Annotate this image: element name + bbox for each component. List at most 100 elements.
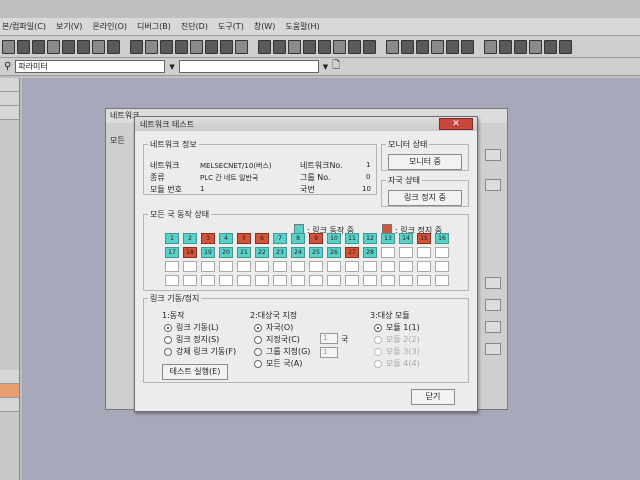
radio-icon[interactable] — [254, 359, 262, 368]
toolbar-button-icon[interactable] — [318, 39, 331, 54]
chevron-down-icon[interactable]: ▼ — [323, 63, 328, 71]
toolbar-button-icon[interactable] — [273, 39, 286, 54]
panel-row[interactable] — [0, 92, 19, 106]
toolbar-button-icon[interactable] — [47, 39, 60, 54]
toolbar-button-icon[interactable] — [160, 39, 173, 54]
toolbar-button-icon[interactable] — [2, 39, 15, 54]
station-cell-empty — [219, 275, 233, 286]
radio-option[interactable]: 지정국(C) — [254, 334, 300, 345]
radio-icon[interactable] — [254, 347, 262, 356]
parameter-combo[interactable]: 파라미터 — [15, 60, 166, 73]
radio-label: 모듈 3(3) — [386, 347, 420, 356]
panel-row[interactable] — [0, 78, 19, 92]
toolbar-button-icon[interactable] — [190, 39, 203, 54]
station-cell-empty — [273, 275, 287, 286]
toolbar-button-icon[interactable] — [32, 39, 45, 54]
radio-icon[interactable] — [164, 347, 172, 356]
toolbar-button-icon[interactable] — [107, 39, 120, 54]
radio-label: 링크 정지(S) — [176, 335, 220, 344]
toolbar-button-icon[interactable] — [220, 39, 233, 54]
background-side-button[interactable] — [485, 343, 501, 355]
radio-option[interactable]: 링크 정지(S) — [164, 334, 219, 345]
panel-row[interactable] — [0, 398, 19, 412]
menu-item[interactable]: 도움말(H) — [285, 21, 319, 32]
radio-option[interactable]: 모듈 3(3) — [374, 346, 420, 357]
toolbar-button-icon[interactable] — [484, 39, 497, 54]
toolbar-button-icon[interactable] — [431, 39, 444, 54]
toolbar-button-icon[interactable] — [258, 39, 271, 54]
toolbar-button-icon[interactable] — [461, 39, 474, 54]
radio-icon[interactable] — [374, 359, 382, 368]
radio-option[interactable]: 모든 국(A) — [254, 358, 302, 369]
toolbar-button-icon[interactable] — [303, 39, 316, 54]
filter-combo[interactable] — [178, 60, 319, 73]
toolbar-button-icon[interactable] — [401, 39, 414, 54]
background-side-button[interactable] — [485, 321, 501, 333]
toolbar-button-icon[interactable] — [363, 39, 376, 54]
menu-item[interactable]: 진단(D) — [181, 21, 208, 32]
station-number-input[interactable]: 1 — [320, 333, 338, 344]
menu-item[interactable]: 디버그(B) — [137, 21, 171, 32]
toolbar-button-icon[interactable] — [205, 39, 218, 54]
toolbar-button-icon[interactable] — [386, 39, 399, 54]
toolbar-button-icon[interactable] — [544, 39, 557, 54]
station-cell: 6 — [255, 233, 269, 244]
monitoring-button[interactable]: 모니터 중 — [388, 154, 462, 170]
menu-item[interactable]: 온라인(O) — [92, 21, 127, 32]
group-no-value: 0 — [366, 173, 371, 181]
radio-icon[interactable] — [254, 335, 262, 344]
radio-icon[interactable] — [164, 323, 172, 332]
toolbar-button-icon[interactable] — [175, 39, 188, 54]
close-icon[interactable]: ✕ — [439, 118, 473, 130]
toolbar-button-icon[interactable] — [288, 39, 301, 54]
background-side-button[interactable] — [485, 299, 501, 311]
toolbar-button-icon[interactable] — [348, 39, 361, 54]
station-cell: 4 — [219, 233, 233, 244]
toolbar-button-icon[interactable] — [416, 39, 429, 54]
menu-item[interactable]: 창(W) — [254, 21, 276, 32]
radio-option[interactable]: 모듈 4(4) — [374, 358, 420, 369]
toolbar-button-icon[interactable] — [77, 39, 90, 54]
link-stopped-button[interactable]: 링크 정지 중 — [388, 190, 462, 206]
toolbar-button-icon[interactable] — [499, 39, 512, 54]
radio-icon[interactable] — [374, 335, 382, 344]
radio-option[interactable]: 모듈 1(1) — [374, 322, 420, 333]
toolbar-button-icon[interactable] — [235, 39, 248, 54]
toolbar-button-icon[interactable] — [17, 39, 30, 54]
radio-option[interactable]: 그룹 지정(G) — [254, 346, 310, 357]
toolbar-button-icon[interactable] — [130, 39, 143, 54]
panel-row[interactable] — [0, 384, 19, 398]
toolbar-button-icon[interactable] — [333, 39, 346, 54]
toolbar-button-icon[interactable] — [529, 39, 542, 54]
radio-option[interactable]: 링크 기동(L) — [164, 322, 219, 333]
menu-item[interactable]: 보기(V) — [56, 21, 82, 32]
station-cell: 10 — [327, 233, 341, 244]
toolbar-button-icon[interactable] — [92, 39, 105, 54]
radio-option[interactable]: 모듈 2(2) — [374, 334, 420, 345]
toolbar-button-icon[interactable] — [145, 39, 158, 54]
toolbar-button-icon[interactable] — [62, 39, 75, 54]
radio-icon[interactable] — [374, 323, 382, 332]
radio-option[interactable]: 강제 링크 기동(F) — [164, 346, 236, 357]
radio-icon[interactable] — [164, 335, 172, 344]
station-cell: 23 — [273, 247, 287, 258]
menu-item[interactable]: 본/컴파일(C) — [2, 21, 46, 32]
toolbar-button-icon[interactable] — [514, 39, 527, 54]
binoculars-icon[interactable]: ⚲ — [4, 61, 11, 72]
panel-row[interactable] — [0, 106, 19, 120]
chevron-down-icon[interactable]: ▼ — [169, 63, 174, 71]
radio-option[interactable]: 자국(O) — [254, 322, 293, 333]
run-test-button[interactable]: 테스트 실행(E) — [162, 364, 228, 380]
group-number-input[interactable]: 1 — [320, 347, 338, 358]
radio-icon[interactable] — [254, 323, 262, 332]
background-side-button[interactable] — [485, 149, 501, 161]
background-side-button[interactable] — [485, 179, 501, 191]
background-side-button[interactable] — [485, 277, 501, 289]
toolbar-button-icon[interactable] — [446, 39, 459, 54]
radio-icon[interactable] — [374, 347, 382, 356]
document-icon[interactable]: 🗋 — [332, 58, 340, 75]
panel-row[interactable] — [0, 370, 19, 384]
toolbar-button-icon[interactable] — [559, 39, 572, 54]
menu-item[interactable]: 도구(T) — [218, 21, 244, 32]
close-button[interactable]: 닫기 — [411, 389, 455, 405]
